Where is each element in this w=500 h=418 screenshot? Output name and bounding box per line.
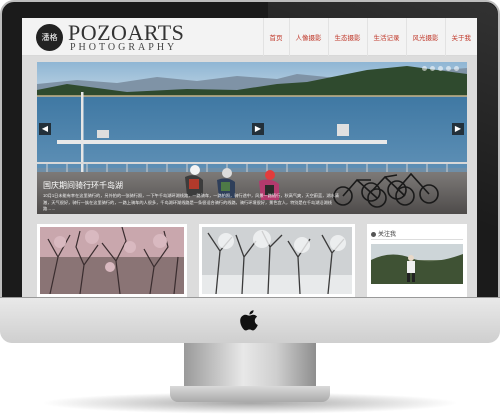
site-header: 潘格 POZOARTS PHOTOGRAPHY 首页 人像摄影 生态摄影 生活记… — [22, 18, 477, 56]
slide-caption-title[interactable]: 国庆期间骑行环千岛湖 — [43, 180, 123, 191]
nav-item-about[interactable]: 关于我 — [444, 18, 478, 56]
slide-dots — [422, 66, 459, 71]
website-screen: 潘格 POZOARTS PHOTOGRAPHY 首页 人像摄影 生态摄影 生活记… — [22, 18, 477, 297]
monitor-stand-foot — [170, 386, 330, 402]
slide-dot[interactable] — [422, 66, 427, 71]
hero-slider[interactable]: ◀ ▶ ▶ 国庆期间骑行环千岛湖 10月1日未能有幸在这里骑行的，另外拍的一张骑… — [37, 62, 467, 214]
apple-logo-icon — [240, 310, 258, 331]
slide-dot[interactable] — [454, 66, 459, 71]
sidebar-heading-text: 关注我 — [378, 232, 397, 238]
main-nav: 首页 人像摄影 生态摄影 生活记录 风光摄影 关于我 — [262, 18, 478, 56]
imac-mockup: 潘格 POZOARTS PHOTOGRAPHY 首页 人像摄影 生态摄影 生活记… — [0, 0, 500, 418]
sidebar-follow: 关注我 — [367, 224, 467, 297]
post-thumbnail — [202, 227, 352, 294]
logo-subtitle: PHOTOGRAPHY — [70, 42, 178, 53]
user-icon — [371, 231, 376, 237]
slide-photo — [37, 62, 467, 214]
post-card[interactable] — [199, 224, 355, 297]
monitor-stand-neck — [184, 343, 316, 390]
slide-caption-text: 10月1日未能有幸在这里骑行的，另外拍的一张骑行照，一下午千岛湖环湖线路，一路骑… — [43, 193, 339, 211]
chevron-right-icon[interactable]: ▶ — [452, 123, 464, 135]
play-icon[interactable]: ▶ — [252, 123, 264, 135]
logo-mark[interactable]: 潘格 — [36, 24, 63, 51]
nav-item-life[interactable]: 生活记录 — [366, 18, 406, 56]
post-thumbnail — [40, 227, 184, 294]
sidebar-heading: 关注我 — [371, 229, 396, 238]
divider — [371, 239, 463, 240]
slide-dot[interactable] — [438, 66, 443, 71]
nav-item-home[interactable]: 首页 — [262, 18, 289, 56]
slide-dot[interactable] — [430, 66, 435, 71]
post-card[interactable] — [37, 224, 187, 297]
nav-item-landscape[interactable]: 风光摄影 — [405, 18, 445, 56]
sidebar-photo[interactable] — [371, 244, 463, 284]
nav-item-ecology[interactable]: 生态摄影 — [327, 18, 367, 56]
nav-item-portrait[interactable]: 人像摄影 — [288, 18, 328, 56]
chevron-left-icon[interactable]: ◀ — [39, 123, 51, 135]
slide-dot[interactable] — [446, 66, 451, 71]
monitor-chin — [0, 297, 500, 343]
